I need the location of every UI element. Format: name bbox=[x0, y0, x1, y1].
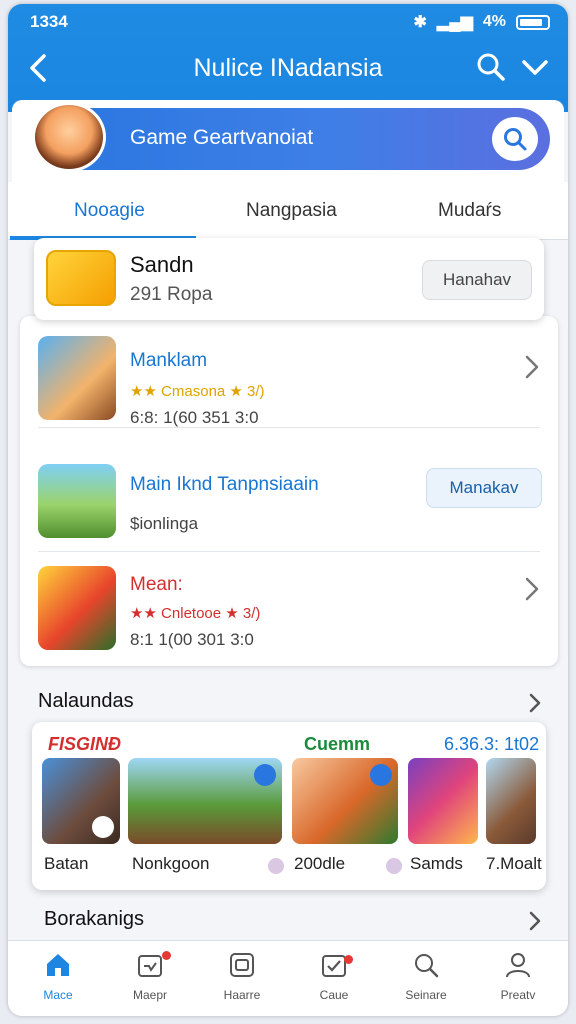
search-icon bbox=[504, 128, 527, 151]
item-action-button[interactable]: Manakav bbox=[426, 468, 542, 508]
featured-card[interactable]: Sandn 291 Ropa Hanahav bbox=[34, 238, 544, 320]
game-icon bbox=[38, 464, 116, 538]
nav-label: Caue bbox=[319, 988, 349, 1002]
carousel-label: FISGINÐ bbox=[48, 734, 122, 754]
item-title: Main Iknd Tanpnsiaain bbox=[130, 474, 319, 495]
item-rating: ★★ Cmasona ★ 3/) bbox=[130, 383, 265, 400]
battery-percent: 4% bbox=[482, 13, 506, 30]
featured-action-button[interactable]: Hanahav bbox=[422, 260, 532, 300]
notification-dot bbox=[344, 955, 353, 964]
tab-0[interactable]: Nooagie bbox=[74, 200, 145, 222]
item-title: Mean: bbox=[130, 574, 183, 595]
carousel-label: 6.36.3: 1t02 bbox=[444, 734, 540, 754]
inbox-icon bbox=[138, 955, 162, 977]
item-meta: 8:1 1(00 301 3:0 bbox=[130, 630, 254, 649]
nav-label: Maepr bbox=[132, 988, 167, 1002]
tile-badge-icon bbox=[92, 816, 114, 838]
nav-label: Haarre bbox=[223, 988, 261, 1002]
app-bar: Nulice INadansia bbox=[8, 44, 568, 96]
profile-icon bbox=[506, 953, 530, 978]
close-icon[interactable] bbox=[254, 764, 276, 786]
avatar[interactable] bbox=[32, 102, 106, 172]
nav-item-inbox[interactable]: Maepr bbox=[110, 951, 190, 1002]
tile-caption: 200dle bbox=[294, 854, 346, 873]
carousel-label: Cuemm bbox=[304, 734, 371, 754]
home-icon bbox=[47, 954, 69, 976]
featured-subtitle: 291 Ropa bbox=[130, 284, 213, 305]
gallery-icon bbox=[230, 953, 254, 977]
tile-dot bbox=[268, 858, 284, 874]
tile-caption: Samds bbox=[410, 854, 463, 873]
chevron-down-icon[interactable] bbox=[520, 52, 550, 82]
item-meta: 6:8: 1(60 351 3:0 bbox=[130, 408, 259, 427]
item-title: Manklam bbox=[130, 350, 208, 371]
nav-item-check[interactable]: Caue bbox=[294, 951, 374, 1002]
nav-label: Mace bbox=[43, 988, 73, 1002]
search-icon bbox=[415, 954, 439, 978]
game-tile[interactable] bbox=[42, 758, 120, 844]
game-tile[interactable] bbox=[292, 758, 398, 844]
tile-caption: Nonkgoon bbox=[132, 854, 210, 873]
game-tile[interactable] bbox=[128, 758, 282, 844]
phone-frame: 1334 ✱ ▂▄▆ 4% Nulice INadansia Game Gear… bbox=[8, 4, 568, 1016]
divider bbox=[38, 551, 540, 552]
status-bar: 1334 ✱ ▂▄▆ 4% bbox=[8, 10, 568, 34]
chevron-right-icon[interactable] bbox=[528, 910, 542, 932]
list-item[interactable]: Mean: ★★ Cnletooe ★ 3/) 8:1 1(00 301 3:0 bbox=[20, 554, 558, 654]
tab-2[interactable]: Mudaŕs bbox=[438, 200, 501, 222]
game-tile[interactable] bbox=[486, 758, 536, 844]
chevron-right-icon[interactable] bbox=[528, 692, 542, 714]
nav-item-home[interactable]: Mace bbox=[18, 951, 98, 1002]
status-time: 1334 bbox=[30, 12, 68, 31]
game-icon bbox=[38, 336, 116, 420]
tab-1[interactable]: Nangpasia bbox=[246, 200, 337, 222]
section-title: Borakanigs bbox=[44, 908, 145, 930]
search-icon[interactable] bbox=[476, 52, 506, 82]
bluetooth-icon: ✱ bbox=[413, 14, 427, 31]
nav-label: Preatv bbox=[500, 988, 536, 1002]
search-pill[interactable]: Game Geartvanoiat bbox=[34, 108, 550, 170]
search-banner: Game Geartvanoiat bbox=[12, 100, 564, 182]
game-list: Manklam ★★ Cmasona ★ 3/) 6:8: 1(60 351 3… bbox=[20, 316, 558, 666]
search-button[interactable] bbox=[492, 117, 538, 161]
close-icon[interactable] bbox=[370, 764, 392, 786]
status-icons: ✱ ▂▄▆ 4% bbox=[414, 12, 550, 32]
section-title: Nalaundas bbox=[38, 690, 134, 712]
notification-dot bbox=[162, 951, 171, 960]
bottom-nav: Mace Maepr Haarre Caue Seinare Preatv bbox=[8, 940, 568, 1016]
list-item[interactable]: Main Iknd Tanpnsiaain $ionlinga Manakav bbox=[20, 452, 558, 552]
tile-dot bbox=[386, 858, 402, 874]
nav-item-gallery[interactable]: Haarre bbox=[202, 951, 282, 1002]
nav-item-search[interactable]: Seinare bbox=[386, 951, 466, 1002]
nav-label: Seinare bbox=[405, 988, 447, 1002]
featured-name: Sandn bbox=[130, 252, 194, 277]
check-icon bbox=[322, 955, 346, 977]
search-input[interactable]: Game Geartvanoiat bbox=[130, 126, 313, 150]
item-meta: $ionlinga bbox=[130, 514, 199, 533]
signal-icon: ▂▄▆ bbox=[436, 14, 473, 31]
item-rating: ★★ Cnletooe ★ 3/) bbox=[130, 605, 261, 622]
tile-caption: Batan bbox=[44, 854, 89, 873]
divider bbox=[38, 427, 540, 428]
game-carousel: FISGINÐ Cuemm 6.36.3: 1t02 Batan Nonkgoo… bbox=[32, 722, 546, 890]
game-thumbnail bbox=[46, 250, 116, 306]
top-bar: 1334 ✱ ▂▄▆ 4% Nulice INadansia bbox=[8, 4, 568, 112]
chevron-right-icon[interactable] bbox=[524, 576, 540, 602]
chevron-right-icon[interactable] bbox=[524, 354, 540, 380]
tab-bar: Nooagie Nangpasia Mudaŕs bbox=[8, 182, 568, 240]
tile-caption: 7.Moalt bbox=[486, 854, 542, 873]
list-item[interactable]: Manklam ★★ Cmasona ★ 3/) 6:8: 1(60 351 3… bbox=[20, 328, 558, 428]
game-tile[interactable] bbox=[408, 758, 478, 844]
battery-icon bbox=[516, 14, 550, 30]
game-icon bbox=[38, 566, 116, 650]
nav-item-profile[interactable]: Preatv bbox=[478, 951, 558, 1002]
